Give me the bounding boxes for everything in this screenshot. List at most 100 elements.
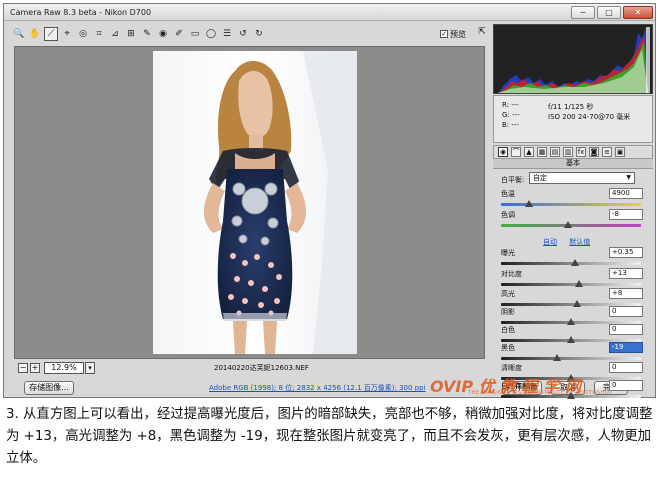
panel-tab-3[interactable]: ▦ [537,147,547,157]
slider-thumb-blacks[interactable] [553,354,561,361]
title-bar: Camera Raw 8.3 beta - Nikon D700 ─ □ ✕ [4,4,655,21]
slider-label-blacks: 黑色 [501,344,515,352]
slider-label-clarity: 清晰度 [501,364,522,372]
preview-label: 预览 [450,29,466,39]
brush-icon[interactable]: ✐ [172,27,186,41]
slider-thumb-temperature[interactable] [525,200,533,207]
slider-track-contrast[interactable] [501,283,641,286]
histogram-graph [498,27,650,93]
toolbar: 🔍 ✋ ⟋ ⌖ ◎ ⌗ ⊿ ⊞ ✎ ◉ ✐ ▭ ◯ ☰ ↺ ↻ [12,26,417,42]
slider-label-shadows: 阴影 [501,308,515,316]
slider-thumb-contrast[interactable] [575,280,584,287]
zoom-level-field[interactable]: 12.9% [44,362,84,374]
panel-tab-9[interactable]: ▣ [615,147,625,157]
default-link[interactable]: 默认值 [569,238,590,246]
caption-text: 3. 从直方图上可以看出，经过提高曝光度后，图片的暗部缺失，亮部也不够，稍微加强… [6,407,653,466]
close-button[interactable]: ✕ [623,6,653,19]
g-readout: G: --- [502,111,520,119]
preview-checkbox[interactable]: ✓ 预览 [440,27,480,41]
transform-icon[interactable]: ⊞ [124,27,138,41]
slider-value-clarity[interactable]: 0 [609,362,643,373]
panel-tab-7[interactable]: ◙ [589,147,599,157]
camera-raw-window: Camera Raw 8.3 beta - Nikon D700 ─ □ ✕ 🔍… [3,3,656,399]
slider-value-temperature[interactable]: 4900 [609,188,643,199]
workflow-options-link[interactable]: Adobe RGB (1998); 8 位; 2832 x 4256 (12.1… [209,383,426,393]
slider-track-temperature[interactable] [501,203,641,206]
target-adjust-icon[interactable]: ◎ [76,27,90,41]
slider-tint: 色调 -8 [501,209,643,234]
slider-value-shadows[interactable]: 0 [609,306,643,317]
pixel-info-panel: R: --- G: --- B: --- f/11 1/125 秒 ISO 20… [493,95,653,143]
r-readout: R: --- [502,101,519,109]
slider-thumb-shadows[interactable] [567,318,575,325]
zoom-icon[interactable]: 🔍 [12,27,26,41]
b-readout: B: --- [502,121,519,129]
red-eye-icon[interactable]: ◉ [156,27,170,41]
panel-tab-8[interactable]: ≡ [602,147,612,157]
crop-icon[interactable]: ⌗ [92,27,106,41]
slider-label-temperature: 色温 [501,190,515,198]
spot-removal-icon[interactable]: ✎ [140,27,154,41]
slider-label-highlights: 高光 [501,290,515,298]
radial-filter-icon[interactable]: ◯ [204,27,218,41]
slider-thumb-tint[interactable] [564,221,573,228]
white-balance-label: 白平衡: [501,176,525,184]
maximize-button[interactable]: □ [597,6,621,19]
zoom-in-button[interactable]: + [30,363,40,373]
window-title: Camera Raw 8.3 beta - Nikon D700 [10,8,152,17]
model-photo-image [203,51,357,354]
exif-iso-lens: ISO 200 24-70@70 毫米 [548,113,631,121]
zoom-out-button[interactable]: − [18,363,28,373]
slider-thumb-exposure[interactable] [571,259,580,266]
auto-default-links: 自动 默认值 [543,237,600,247]
status-bar: − + 12.9% ▾ 20140220达芙妮12603.NEF [14,361,485,375]
slider-thumb-whites[interactable] [567,336,575,343]
slider-label-tint: 色调 [501,211,515,219]
fullscreen-icon[interactable]: ⇱ [476,27,488,39]
graduated-filter-icon[interactable]: ▭ [188,27,202,41]
zoom-dropdown-icon[interactable]: ▾ [85,362,95,374]
window-controls: ─ □ ✕ [571,6,653,19]
white-balance-value: 自定 [533,174,547,182]
file-name: 20140220达芙妮12603.NEF [214,364,309,372]
slider-track-blacks[interactable] [501,357,641,360]
preview-check-icon[interactable]: ✓ [440,30,448,38]
panel-tab-1[interactable]: ⌒ [511,147,521,157]
panel-header: 基本 [493,159,653,169]
slider-label-exposure: 曝光 [501,249,515,257]
adjustment-panel: R: --- G: --- B: --- f/11 1/125 秒 ISO 20… [493,24,653,399]
chevron-down-icon: ▼ [626,174,631,181]
slider-label-whites: 白色 [501,326,515,334]
panel-tab-4[interactable]: ▤ [550,147,560,157]
color-sampler-icon[interactable]: ⌖ [60,27,74,41]
panel-tab-0[interactable]: ◉ [498,147,508,157]
panel-tab-6[interactable]: fx [576,147,586,157]
slider-value-highlights[interactable]: +8 [609,288,643,299]
slider-value-whites[interactable]: 0 [609,324,643,335]
slider-value-vibrance[interactable]: 0 [609,380,643,391]
panel-tabs: ◉ ⌒ ▲ ▦ ▤ ▥ fx ◙ ≡ ▣ [493,145,653,159]
slider-value-exposure[interactable]: +0.35 [609,247,643,258]
photo-preview [153,51,357,354]
slider-value-contrast[interactable]: +13 [609,268,643,279]
preferences-icon[interactable]: ☰ [220,27,234,41]
rotate-ccw-icon[interactable]: ↺ [236,27,250,41]
save-image-button[interactable]: 存储图像... [24,381,74,395]
slider-value-tint[interactable]: -8 [609,209,643,220]
rotate-cw-icon[interactable]: ↻ [252,27,266,41]
slider-value-blacks[interactable]: -19 [609,342,643,353]
panel-tab-2[interactable]: ▲ [524,147,534,157]
exif-aperture-shutter: f/11 1/125 秒 [548,103,594,111]
minimize-button[interactable]: ─ [571,6,595,19]
panel-tab-5[interactable]: ▥ [563,147,573,157]
histogram [493,24,653,94]
slider-thumb-highlights[interactable] [572,300,581,307]
slider-label-contrast: 对比度 [501,270,522,278]
white-balance-icon[interactable]: ⟋ [44,27,58,41]
image-preview-area[interactable] [14,46,485,359]
straighten-icon[interactable]: ⊿ [108,27,122,41]
watermark-subtitle: THE ORIGINAL VISION INSTITUTE OF PHOTOSH… [468,390,613,396]
hand-icon[interactable]: ✋ [28,27,42,41]
white-balance-select[interactable]: 自定 ▼ [529,172,635,184]
auto-link[interactable]: 自动 [543,238,557,246]
